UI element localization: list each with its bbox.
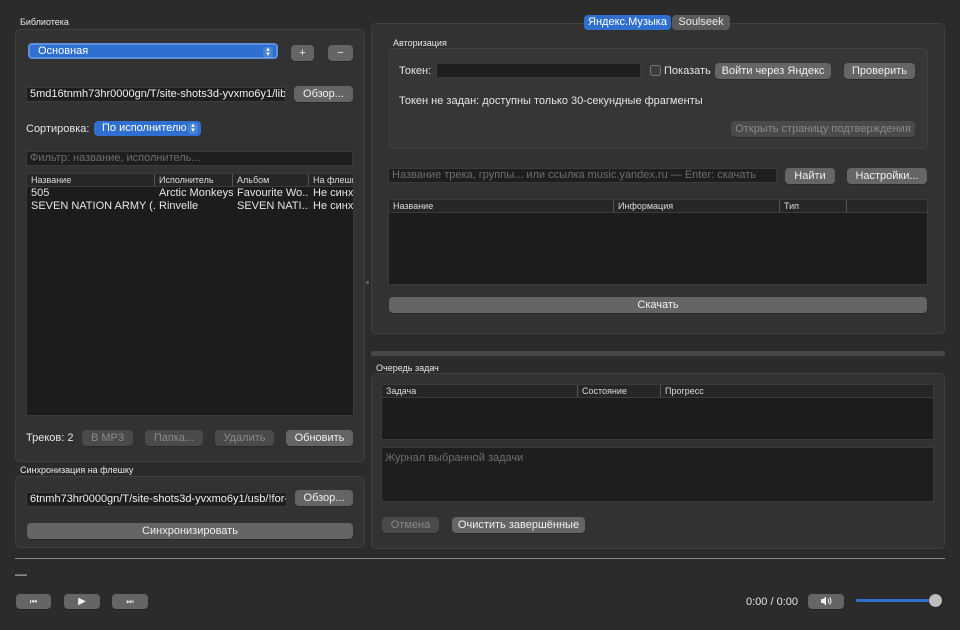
now-playing-text: — (15, 567, 27, 581)
delete-button[interactable]: Удалить (215, 430, 274, 446)
splitter-handle[interactable] (366, 281, 369, 284)
cell-title: 505 (31, 187, 50, 199)
col-header-state[interactable]: Состояние (578, 385, 661, 397)
sync-path-field[interactable]: 6tnmh73hr0000gn/T/site-shots3d-yvxmo6y1/… (26, 492, 287, 507)
download-button[interactable]: Скачать (389, 297, 927, 313)
find-button[interactable]: Найти (785, 168, 835, 184)
col-header-task[interactable]: Задача (382, 385, 578, 397)
chevron-updown-icon: ▴ ▾ (263, 46, 273, 58)
chevron-updown-icon: ▴ ▾ (188, 122, 198, 134)
folder-button[interactable]: Папка... (145, 430, 203, 446)
library-table: Название Исполнитель Альбом На флешке 50… (26, 173, 354, 416)
library-title: Библиотека (20, 17, 69, 27)
playlist-select-value: Основная (38, 45, 89, 57)
queue-table-header: Задача Состояние Прогресс (382, 385, 933, 398)
library-path-field[interactable]: 5md16tnmh73hr0000gn/T/site-shots3d-yvxmo… (26, 87, 286, 102)
to-mp3-button[interactable]: В MP3 (82, 430, 133, 446)
clear-finished-button[interactable]: Очистить завершённые (452, 517, 585, 533)
previous-track-icon: ⏮ (29, 597, 38, 606)
col-header-album[interactable]: Альбом (233, 174, 309, 186)
col-header-info[interactable]: Информация (614, 200, 780, 212)
library-filter-input[interactable]: Фильтр: название, исполнитель... (26, 151, 353, 166)
volume-slider-knob[interactable] (929, 594, 942, 607)
sync-button[interactable]: Синхронизировать (27, 523, 353, 539)
cell-on-usb: Не синхр (313, 200, 354, 212)
cell-title: SEVEN NATION ARMY (... (31, 200, 155, 212)
cell-on-usb: Не синхр (313, 187, 354, 199)
search-settings-button[interactable]: Настройки... (847, 168, 927, 184)
token-label: Токен: (399, 65, 432, 77)
volume-slider-fill (856, 599, 936, 602)
next-track-button[interactable]: ⏭ (112, 594, 148, 609)
col-header-title[interactable]: Название (389, 200, 614, 212)
search-results-table: Название Информация Тип (388, 199, 928, 285)
col-header-artist[interactable]: Исполнитель (155, 174, 233, 186)
sort-select-value: По исполнителю (102, 122, 187, 134)
play-icon: ▶ (78, 596, 86, 607)
show-token-checkbox[interactable] (650, 65, 661, 76)
check-token-button[interactable]: Проверить (844, 63, 915, 79)
tab-soulseek[interactable]: Soulseek (672, 15, 730, 30)
auth-status-text: Токен не задан: доступны только 30-секун… (399, 95, 703, 107)
task-log-area[interactable]: Журнал выбранной задачи (381, 447, 934, 502)
cell-artist: Arctic Monkeys (159, 187, 233, 199)
sync-browse-button[interactable]: Обзор... (295, 490, 353, 506)
tab-yandex-music[interactable]: Яндекс.Музыка (584, 15, 671, 30)
cell-album: Favourite Wo... (237, 187, 309, 199)
cell-artist: Rinvelle (159, 200, 199, 212)
queue-table: Задача Состояние Прогресс (381, 384, 934, 440)
table-row[interactable]: SEVEN NATION ARMY (... Rinvelle SEVEN NA… (27, 200, 353, 213)
sort-select[interactable]: По исполнителю ▴ ▾ (94, 121, 201, 136)
tracks-count: Треков: 2 (26, 432, 74, 444)
player-divider (15, 558, 945, 559)
playback-time: 0:00 / 0:00 (746, 596, 798, 608)
col-header-on-usb[interactable]: На флешке (309, 174, 353, 186)
volume-slider-track[interactable] (856, 599, 936, 602)
auth-title: Авторизация (393, 38, 447, 48)
cancel-task-button[interactable]: Отмена (382, 517, 439, 533)
col-header-title[interactable]: Название (27, 174, 155, 186)
token-input[interactable] (436, 63, 641, 78)
playlist-select[interactable]: Основная ▴ ▾ (28, 43, 278, 59)
login-yandex-button[interactable]: Войти через Яндекс (715, 63, 831, 79)
sync-title: Синхронизация на флешку (20, 465, 134, 475)
speaker-icon (821, 596, 832, 606)
cell-album: SEVEN NATI... (237, 200, 309, 212)
search-results-header: Название Информация Тип (389, 200, 927, 213)
show-token-label: Показать (664, 65, 711, 77)
previous-track-button[interactable]: ⏮ (16, 594, 51, 609)
remove-playlist-button[interactable]: − (328, 45, 353, 61)
queue-title: Очередь задач (376, 363, 439, 373)
add-playlist-button[interactable]: + (291, 45, 314, 61)
table-row[interactable]: 505 Arctic Monkeys Favourite Wo... Не си… (27, 187, 353, 200)
col-header-type[interactable]: Тип (780, 200, 847, 212)
vertical-splitter[interactable] (371, 351, 945, 356)
col-header-progress[interactable]: Прогресс (661, 385, 933, 397)
open-confirm-page-button[interactable]: Открыть страницу подтверждения (731, 121, 915, 137)
library-table-header: Название Исполнитель Альбом На флешке (27, 174, 353, 187)
refresh-button[interactable]: Обновить (286, 430, 353, 446)
play-button[interactable]: ▶ (64, 594, 100, 609)
library-browse-button[interactable]: Обзор... (294, 86, 353, 102)
search-input[interactable]: Название трека, группы... или ссылка mus… (388, 168, 777, 183)
next-track-icon: ⏭ (126, 597, 134, 606)
volume-button[interactable] (808, 594, 844, 609)
sort-label: Сортировка: (26, 123, 90, 135)
